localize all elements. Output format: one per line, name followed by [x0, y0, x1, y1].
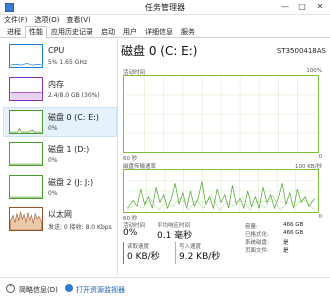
sidebar-item-sub: 2.4/8.0 GB (30%): [48, 92, 100, 99]
ethernet-thumbnail-graph: [9, 207, 43, 231]
tab-users[interactable]: 用户: [119, 26, 141, 37]
open-resource-monitor-link[interactable]: 打开资源监视器: [76, 285, 125, 295]
capacity-value: 466 GB: [283, 222, 304, 228]
disk-detail-panel: 磁盘 0 (C: E:) ST3500418AS 活动时间 100% 60 秒 …: [121, 39, 330, 275]
maximize-button[interactable]: □: [295, 1, 309, 13]
close-button[interactable]: ✕: [313, 1, 327, 13]
tab-app-history[interactable]: 应用历史记录: [47, 26, 97, 37]
active-time-value: 0%: [123, 228, 138, 238]
minimize-button[interactable]: —: [278, 1, 292, 13]
menu-options[interactable]: 选项(O): [35, 15, 60, 26]
sidebar-item-sub: 发送: 0 接收: 8.0 Kbps: [48, 224, 112, 231]
chevron-up-icon[interactable]: ˄: [6, 284, 15, 293]
sidebar-item-memory[interactable]: 内存 2.4/8.0 GB (30%): [4, 75, 116, 105]
sidebar-item-sub: 0%: [48, 157, 58, 164]
menu-bar: 文件(F) 选项(O) 查看(V): [0, 15, 330, 26]
sidebar-item-label: CPU: [48, 46, 65, 55]
memory-thumbnail-graph: [9, 77, 43, 101]
transfer-rate-graph: [123, 169, 319, 213]
read-speed-value: 0 KB/秒: [127, 252, 160, 262]
disk0-thumbnail-graph: [9, 110, 43, 134]
resource-monitor-icon: [65, 284, 73, 292]
fewer-details-link[interactable]: 简略信息(D): [19, 285, 58, 295]
tab-processes[interactable]: 进程: [3, 26, 25, 37]
system-disk-label: 系统磁盘:: [245, 240, 269, 246]
active-time-graph: [123, 75, 319, 153]
disk1-thumbnail-graph: [9, 142, 43, 166]
write-speed-value: 9.2 KB/秒: [179, 252, 221, 262]
title-bar: 任务管理器 — □ ✕: [0, 0, 330, 15]
page-title: 磁盘 0 (C: E:): [121, 44, 198, 58]
cpu-thumbnail-graph: [9, 44, 43, 68]
page-file-value: 是: [283, 248, 289, 254]
tab-strip: 进程 性能 应用历史记录 启动 用户 详细信息 服务: [0, 26, 330, 38]
sidebar-item-label: 以太网: [48, 210, 72, 219]
sidebar-item-label: 磁盘 1 (D:): [48, 145, 90, 154]
tab-details[interactable]: 详细信息: [141, 26, 177, 37]
graph1-time-label: 60 秒: [123, 156, 138, 162]
sidebar-item-disk-0[interactable]: 磁盘 0 (C: E:) 0%: [3, 107, 117, 137]
sidebar-item-cpu[interactable]: CPU 5% 1.65 GHz: [4, 42, 116, 72]
sidebar-item-disk-2[interactable]: 磁盘 2 (J: J:) 0%: [4, 173, 116, 203]
menu-view[interactable]: 查看(V): [66, 15, 90, 26]
resource-sidebar: CPU 5% 1.65 GHz 内存 2.4/8.0 GB (30%) 磁盘 0…: [0, 39, 118, 275]
graph1-min: 0: [318, 154, 323, 160]
graph2-min: 0: [318, 214, 323, 220]
formatted-label: 已格式化:: [245, 232, 269, 238]
tab-services[interactable]: 服务: [177, 26, 199, 37]
sidebar-item-sub: 5% 1.65 GHz: [48, 59, 88, 66]
graph1-max: 100%: [306, 68, 322, 74]
system-disk-value: 是: [283, 240, 289, 246]
tab-performance[interactable]: 性能: [25, 26, 47, 38]
sidebar-item-label: 磁盘 2 (J: J:): [48, 178, 94, 187]
read-legend-bar: [123, 242, 124, 264]
sidebar-item-label: 内存: [48, 80, 64, 89]
sidebar-item-label: 磁盘 0 (C: E:): [48, 113, 99, 122]
sidebar-item-ethernet[interactable]: 以太网 发送: 0 接收: 8.0 Kbps: [4, 205, 116, 235]
write-legend-bar: [175, 242, 176, 264]
disk-model: ST3500418AS: [276, 47, 326, 55]
sidebar-item-sub: 0%: [48, 190, 58, 197]
tab-startup[interactable]: 启动: [97, 26, 119, 37]
footer-bar: ˄ 简略信息(D) 打开资源监视器: [0, 277, 330, 300]
page-file-label: 页面文件:: [245, 248, 269, 254]
capacity-label: 容量:: [245, 224, 258, 230]
sidebar-item-sub: 0%: [48, 125, 58, 132]
response-time-value: 0.1 毫秒: [157, 231, 193, 241]
menu-file[interactable]: 文件(F): [4, 15, 28, 26]
disk2-thumbnail-graph: [9, 175, 43, 199]
sidebar-item-disk-1[interactable]: 磁盘 1 (D:) 0%: [4, 140, 116, 170]
formatted-value: 466 GB: [283, 230, 304, 236]
